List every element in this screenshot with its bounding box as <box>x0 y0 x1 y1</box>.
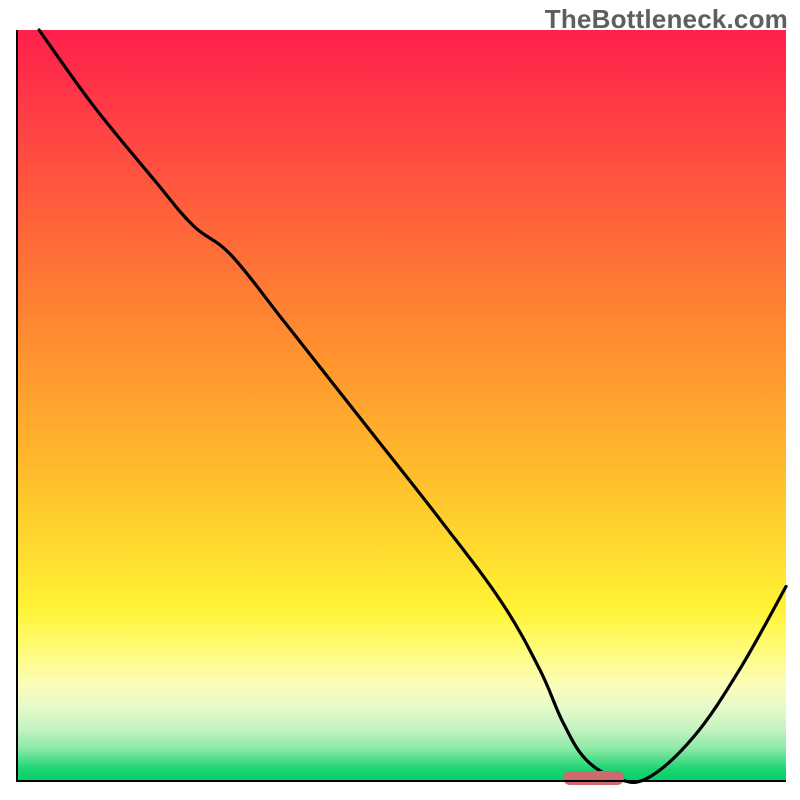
watermark-text: TheBottleneck.com <box>545 4 788 35</box>
bottleneck-curve <box>16 30 786 782</box>
plot-area <box>16 30 786 782</box>
optimal-range-marker <box>563 771 625 785</box>
chart-container: TheBottleneck.com <box>0 0 800 800</box>
